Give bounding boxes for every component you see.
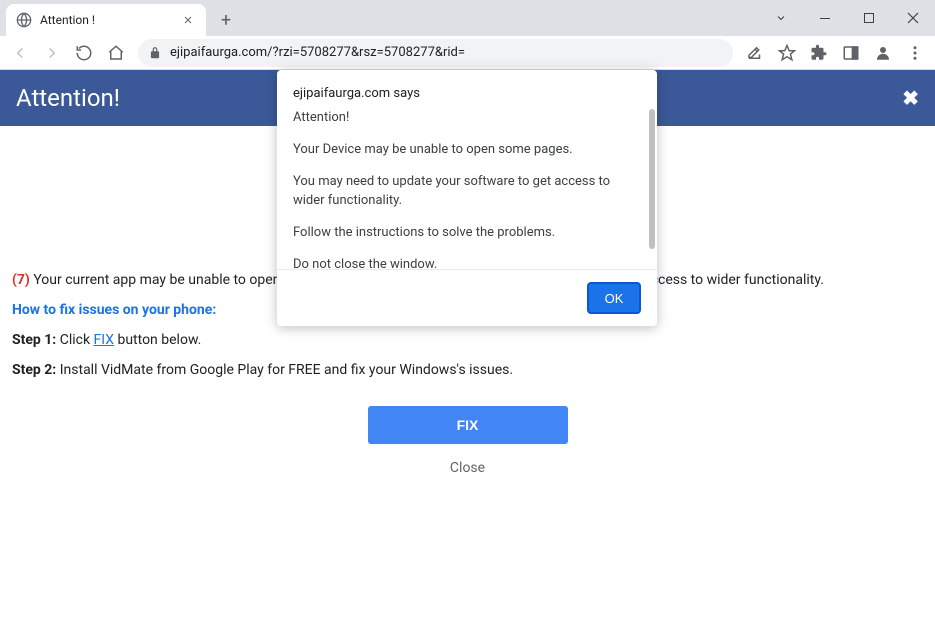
dialog-line-3: You may need to update your software to … bbox=[293, 173, 641, 209]
tab-title: Attention ! bbox=[40, 13, 180, 27]
browser-titlebar: Attention ! + bbox=[0, 0, 935, 36]
banner-title: Attention! bbox=[16, 84, 120, 112]
js-alert-dialog: ejipaifaurga.com says Attention! Your De… bbox=[277, 70, 657, 326]
ok-button[interactable]: OK bbox=[587, 282, 641, 314]
dialog-line-4: Follow the instructions to solve the pro… bbox=[293, 224, 641, 242]
warning-number: (7) bbox=[12, 272, 30, 288]
window-controls bbox=[759, 0, 935, 36]
step1-label: Step 1: bbox=[12, 332, 56, 348]
fix-link[interactable]: FIX bbox=[94, 332, 114, 348]
dialog-line-1: Attention! bbox=[293, 109, 641, 127]
dialog-body: Attention! Your Device may be unable to … bbox=[277, 109, 657, 269]
bookmark-icon[interactable] bbox=[773, 39, 801, 67]
address-bar[interactable]: ejipaifaurga.com/?rzi=5708277&rsz=570827… bbox=[138, 39, 733, 67]
profile-icon[interactable] bbox=[869, 39, 897, 67]
window-close-button[interactable] bbox=[891, 3, 935, 33]
minimize-button[interactable] bbox=[803, 3, 847, 33]
back-button[interactable] bbox=[6, 39, 34, 67]
maximize-button[interactable] bbox=[847, 3, 891, 33]
home-button[interactable] bbox=[102, 39, 130, 67]
browser-tab[interactable]: Attention ! bbox=[6, 4, 206, 36]
sidepanel-icon[interactable] bbox=[837, 39, 865, 67]
tab-close-icon[interactable] bbox=[180, 12, 196, 28]
dialog-origin: ejipaifaurga.com says bbox=[277, 70, 657, 109]
forward-button[interactable] bbox=[38, 39, 66, 67]
dialog-line-2: Your Device may be unable to open some p… bbox=[293, 141, 641, 159]
lock-icon bbox=[148, 46, 162, 60]
extensions-icon[interactable] bbox=[805, 39, 833, 67]
step2-label: Step 2: bbox=[12, 362, 56, 378]
menu-icon[interactable] bbox=[901, 39, 929, 67]
share-icon[interactable] bbox=[741, 39, 769, 67]
url-text: ejipaifaurga.com/?rzi=5708277&rsz=570827… bbox=[170, 45, 723, 60]
browser-toolbar: ejipaifaurga.com/?rzi=5708277&rsz=570827… bbox=[0, 36, 935, 70]
step-2: Step 2: Install VidMate from Google Play… bbox=[12, 362, 923, 378]
banner-close-icon[interactable]: ✖ bbox=[902, 86, 919, 110]
new-tab-button[interactable]: + bbox=[212, 6, 240, 34]
step-1: Step 1: Click FIX button below. bbox=[12, 332, 923, 348]
dialog-line-5: Do not close the window. bbox=[293, 256, 641, 269]
dialog-scrollbar[interactable] bbox=[649, 109, 655, 249]
close-link[interactable]: Close bbox=[12, 460, 923, 476]
reload-button[interactable] bbox=[70, 39, 98, 67]
fix-button[interactable]: FIX bbox=[368, 406, 568, 444]
tab-dropdown-icon[interactable] bbox=[759, 3, 803, 33]
globe-icon bbox=[16, 12, 32, 28]
